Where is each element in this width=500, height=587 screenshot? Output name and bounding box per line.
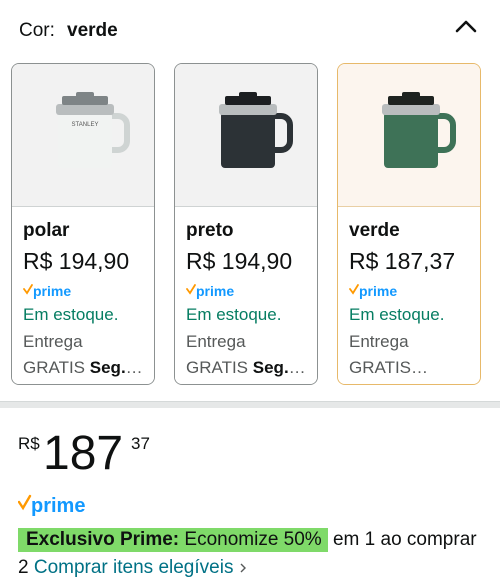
swatch-price: R$ 194,90 <box>23 248 130 274</box>
delivery-date: GRATIS Seg.,… <box>186 358 310 377</box>
eligible-items-link[interactable]: Comprar itens elegíveis <box>34 557 247 578</box>
mug-image: STANLEY <box>56 92 130 168</box>
mug-image <box>382 92 456 168</box>
svg-text:prime: prime <box>359 283 397 299</box>
delivery-label: Entrega <box>23 332 83 351</box>
selected-color-value: verde <box>67 20 118 41</box>
stock-status: Em estoque. <box>186 305 282 324</box>
swatch-price: R$ 194,90 <box>186 248 293 274</box>
price-fraction: 37 <box>131 434 150 453</box>
mug-image <box>219 92 293 168</box>
swatch-name: preto <box>186 220 234 241</box>
svg-text:STANLEY: STANLEY <box>72 122 99 128</box>
delivery-label: Entrega <box>349 332 409 351</box>
product-image <box>175 64 317 207</box>
color-swatch-verde[interactable]: verde R$ 187,37 prime Em estoque. Entreg… <box>337 63 481 385</box>
delivery-date: GRATIS… <box>349 358 429 377</box>
delivery-label: Entrega <box>186 332 246 351</box>
swatch-name: polar <box>23 220 70 241</box>
svg-text:prime: prime <box>196 283 234 299</box>
svg-text:prime: prime <box>33 283 71 299</box>
color-label: Cor: <box>19 20 55 41</box>
price-currency: R$ <box>18 434 40 453</box>
delivery-date: GRATIS Seg.,… <box>23 358 147 377</box>
chevron-up-icon[interactable] <box>452 14 480 38</box>
color-selector-header: Cor: verde <box>0 0 500 60</box>
price-whole: 187 <box>43 427 124 480</box>
prime-logo-large: prime <box>17 494 98 523</box>
svg-text:prime: prime <box>31 495 85 517</box>
prime-logo: prime <box>23 283 83 301</box>
section-divider <box>0 401 500 408</box>
stock-status: Em estoque. <box>23 305 119 324</box>
prime-promo: Exclusivo Prime: Economize 50% em 1 ao c… <box>18 526 488 582</box>
color-swatch-preto[interactable]: preto R$ 194,90 prime Em estoque. Entreg… <box>174 63 318 385</box>
swatch-price: R$ 187,37 <box>349 248 456 274</box>
color-swatch-polar[interactable]: STANLEY polar R$ 194,90 prime Em estoque… <box>11 63 155 385</box>
promo-badge: Exclusivo Prime: Economize 50% <box>18 528 328 552</box>
prime-logo: prime <box>349 283 409 301</box>
product-image: STANLEY <box>12 64 154 207</box>
prime-logo: prime <box>186 283 246 301</box>
chevron-right-icon <box>240 563 246 573</box>
swatch-name: verde <box>349 220 400 241</box>
product-image <box>338 64 480 207</box>
stock-status: Em estoque. <box>349 305 445 324</box>
